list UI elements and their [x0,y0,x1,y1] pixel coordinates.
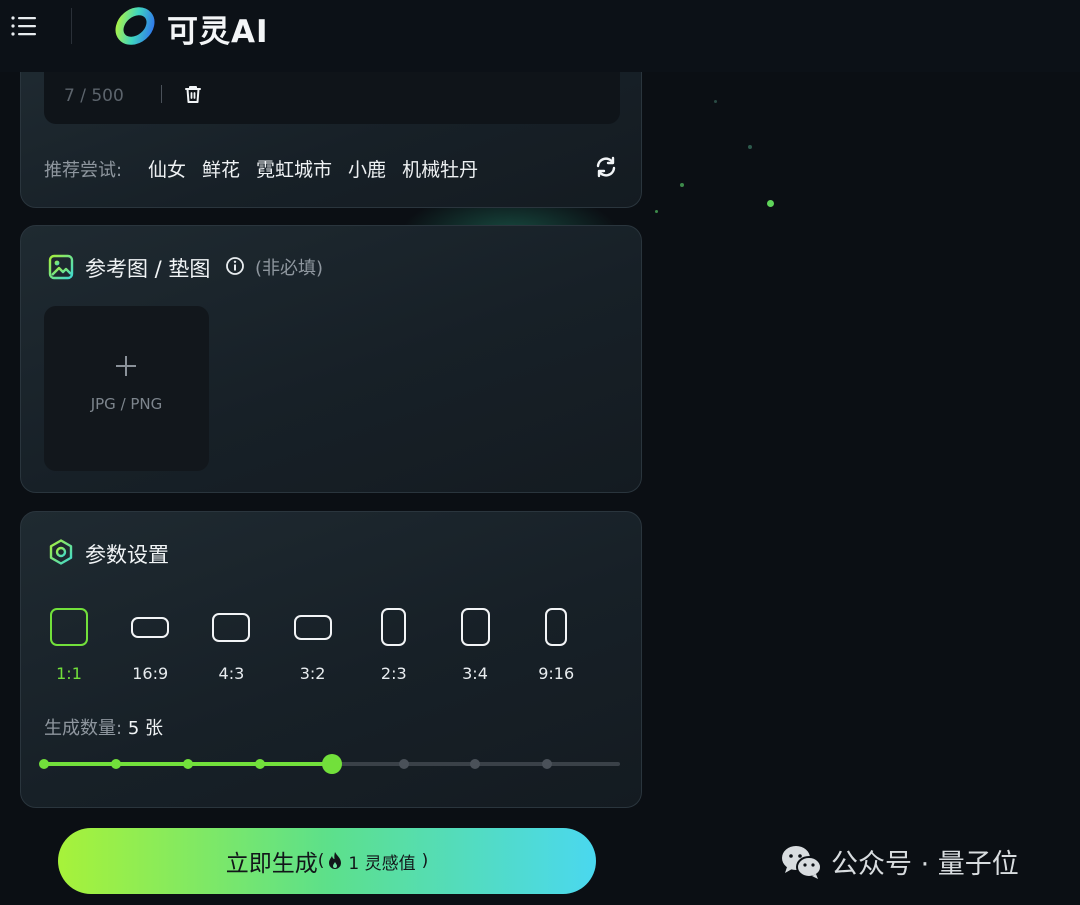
aspect-ratio-selector: 1:1 16:9 4:3 3:2 2:3 3:4 9:16 [39,602,609,692]
parameters-title: 参数设置 [85,543,169,567]
generate-button[interactable]: 立即生成 ( 1 灵感值 ) [58,828,596,894]
plus-icon [116,356,136,376]
suggestion-list: 仙女 鲜花 霓虹城市 小鹿 机械牡丹 [148,155,478,182]
generate-cost: ( 1 灵感值 ) [318,849,429,874]
particle [680,183,684,187]
quantity-slider[interactable] [39,754,620,774]
ratio-option-1-1[interactable]: 1:1 [39,602,99,692]
slider-step-dot[interactable] [398,759,409,769]
top-header: 可灵AI [0,0,1080,72]
slider-step-dot[interactable] [182,759,193,769]
ratio-option-9-16[interactable]: 9:16 [526,602,586,692]
menu-icon[interactable] [10,12,38,40]
suggestion-item[interactable]: 霓虹城市 [256,155,332,182]
kling-logo-icon[interactable] [112,3,158,49]
cost-open-paren: ( [317,851,325,871]
image-icon [48,254,74,280]
brand-name[interactable]: 可灵AI [167,6,269,51]
reference-title: 参考图 / 垫图 [85,257,211,281]
suggestion-item[interactable]: 小鹿 [348,155,386,182]
suggestion-item[interactable]: 机械牡丹 [402,155,478,182]
ratio-label: 3:4 [462,664,488,683]
ratio-shape-wrap [445,602,505,652]
generate-label: 立即生成 [225,851,318,877]
cost-text: 1 灵感值 [348,853,416,874]
particle [714,100,717,103]
cost-close-paren: ) [421,851,429,871]
ratio-shape-icon [131,616,170,638]
info-icon[interactable] [224,255,246,277]
slider-step-dot[interactable] [254,759,265,769]
slider-step-dot[interactable] [110,759,121,769]
ratio-option-3-2[interactable]: 3:2 [283,602,343,692]
quantity-row: 生成数量: 5 张 [44,714,163,740]
header-divider [71,8,72,44]
ratio-option-16-9[interactable]: 16:9 [120,602,180,692]
parameters-panel: 参数设置 1:1 16:9 4:3 3:2 2:3 3:4 9:16 生成数量: 5 张 [20,511,642,808]
ratio-shape-wrap [120,602,180,652]
ratio-option-3-4[interactable]: 3:4 [445,602,505,692]
trash-icon[interactable] [182,83,204,105]
ratio-shape-wrap [526,602,586,652]
ratio-shape-icon [381,608,407,646]
char-count: 7 / 500 [64,86,124,106]
ratio-label: 1:1 [56,664,82,683]
prompt-panel: 7 / 500 推荐尝试: 仙女 鲜花 霓虹城市 小鹿 机械牡丹 [20,60,642,208]
optional-hint: (非必填) [255,258,324,279]
suggest-label: 推荐尝试: [44,160,123,181]
suggestion-item[interactable]: 鲜花 [202,155,240,182]
slider-step-dot[interactable] [470,759,481,769]
ratio-shape-wrap [283,602,343,652]
ratio-shape-icon [545,608,568,646]
ratio-option-2-3[interactable]: 2:3 [364,602,424,692]
suggestion-item[interactable]: 仙女 [148,155,186,182]
slider-thumb[interactable] [321,754,342,774]
reference-image-panel: 参考图 / 垫图 (非必填) JPG / PNG [20,225,642,493]
slider-step-dot[interactable] [39,759,49,769]
ratio-label: 3:2 [299,664,326,683]
refresh-icon[interactable] [593,154,619,180]
ratio-shape-icon [50,608,88,646]
settings-hexagon-icon [49,539,73,565]
watermark-text: 公众号 · 量子位 [831,849,1019,880]
particle [655,210,658,213]
quantity-label: 生成数量: [44,718,123,739]
ratio-shape-wrap [364,602,424,652]
ratio-label: 2:3 [380,664,407,683]
slider-step-dot[interactable] [542,759,553,769]
upload-format-hint: JPG / PNG [90,395,163,413]
image-upload-area[interactable]: JPG / PNG [44,306,209,471]
ratio-option-4-3[interactable]: 4:3 [201,602,261,692]
ratio-shape-icon [212,612,251,642]
ratio-label: 9:16 [538,664,575,683]
ratio-shape-wrap [39,602,99,652]
ratio-shape-icon [460,608,490,646]
wechat-icon [782,845,822,879]
ratio-label: 4:3 [218,664,245,683]
particle [748,145,752,149]
particle [767,200,774,207]
ratio-label: 16:9 [132,664,169,683]
quantity-value: 5 张 [127,718,163,739]
count-divider [161,85,162,103]
ratio-shape-icon [293,614,332,640]
flame-icon [329,852,342,869]
ratio-shape-wrap [201,602,261,652]
watermark: 公众号 · 量子位 [779,842,1019,881]
